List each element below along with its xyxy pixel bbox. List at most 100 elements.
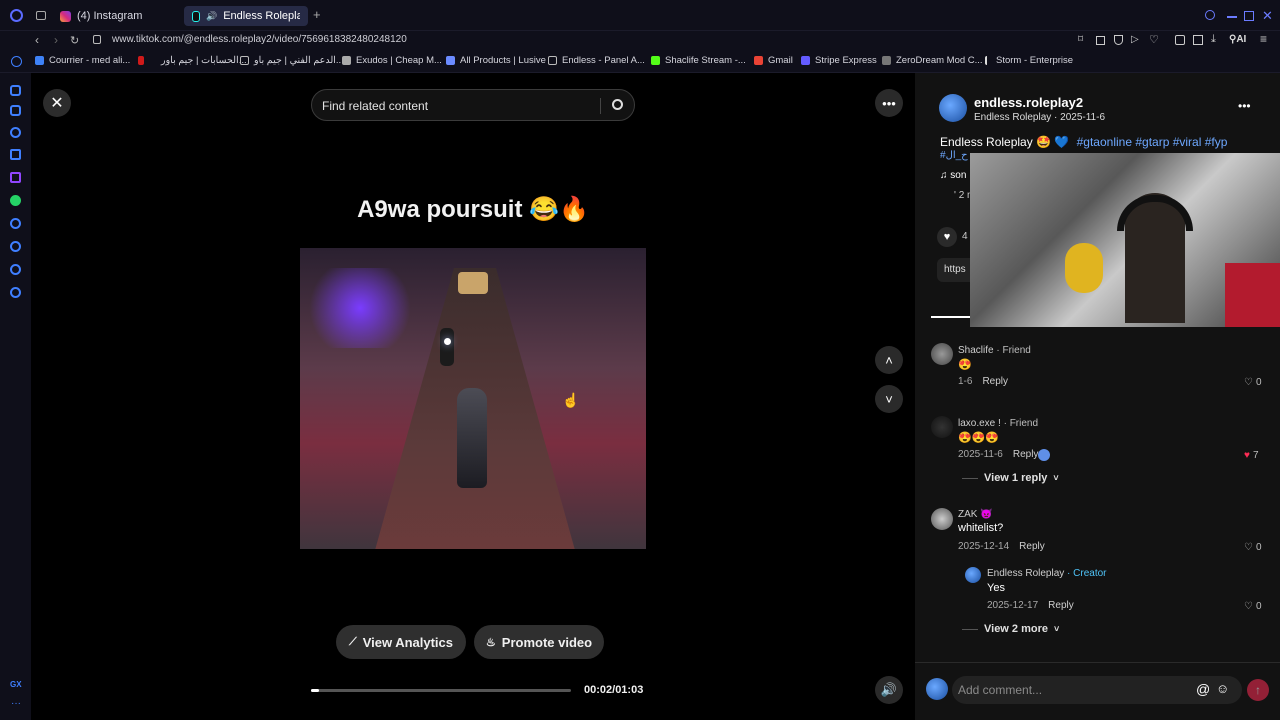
video-progress-bar[interactable] xyxy=(311,689,571,692)
reply-like[interactable]: ♡ 0 xyxy=(1244,601,1262,612)
bookmark-item[interactable]: Gmail xyxy=(754,55,793,66)
ai-button[interactable]: ⚲AI xyxy=(1229,34,1246,45)
tab-instagram[interactable]: (4) Instagram xyxy=(52,6,182,26)
back-icon[interactable]: ‹ xyxy=(35,33,39,47)
box-icon[interactable] xyxy=(1193,35,1203,45)
browser-logo-icon[interactable] xyxy=(10,9,23,22)
comment-author[interactable]: laxo.exe ! · Friend xyxy=(958,418,1038,429)
bookmark-icon[interactable]: ⌑ xyxy=(1078,34,1083,45)
whatsapp-icon[interactable] xyxy=(10,195,21,206)
comment-input-divider xyxy=(915,662,1280,663)
next-video-button[interactable]: ˅ xyxy=(875,385,903,413)
maximize-icon[interactable] xyxy=(1244,11,1254,21)
settings-icon[interactable] xyxy=(10,287,21,298)
history-icon[interactable] xyxy=(10,241,21,252)
workspaces-icon[interactable] xyxy=(36,11,46,20)
close-window-icon[interactable]: ✕ xyxy=(1262,8,1273,24)
comment-author[interactable]: ZAK 👿 xyxy=(958,509,993,520)
view-analytics-button[interactable]: ⟋ View Analytics xyxy=(336,625,466,659)
bookmark-item[interactable]: All Products | Lusive xyxy=(446,55,546,66)
comment-avatar[interactable] xyxy=(931,508,953,530)
motorbike-ahead xyxy=(440,328,454,366)
minimize-icon[interactable] xyxy=(1227,16,1237,18)
hashtag-link[interactable]: #ح_ال xyxy=(940,150,968,161)
reply-button[interactable]: Reply xyxy=(1013,449,1039,460)
url-field[interactable]: www.tiktok.com/@endless.roleplay2/video/… xyxy=(112,34,407,45)
reply-button[interactable]: Reply xyxy=(1048,600,1074,611)
previous-video-button[interactable]: ˄ xyxy=(875,346,903,374)
bookmark-item[interactable]: Exudos | Cheap M... xyxy=(342,55,442,66)
new-tab-button[interactable]: + xyxy=(313,7,321,22)
extensions-icon[interactable] xyxy=(1175,35,1185,45)
bookmark-item[interactable]: ZeroDream Mod C... xyxy=(882,55,983,66)
lock-icon xyxy=(93,35,101,44)
bookmark-item[interactable]: Shaclife Stream -... xyxy=(651,55,746,66)
twitch-icon[interactable] xyxy=(10,172,21,183)
view-more-replies-button[interactable]: View 2 more ˅ xyxy=(962,623,1059,635)
creator-reply-avatar[interactable] xyxy=(965,567,981,583)
video-player[interactable] xyxy=(300,248,646,549)
bookmark-item[interactable]: الدعم الفني | جيم باو... xyxy=(240,55,344,66)
close-video-button[interactable]: ✕ xyxy=(43,89,71,117)
menu-icon[interactable]: ≡ xyxy=(1260,32,1267,46)
more-options-button[interactable]: ••• xyxy=(875,89,903,117)
spotify-icon[interactable] xyxy=(10,218,21,229)
bookmark-item[interactable]: Stripe Express xyxy=(801,55,877,66)
tab-tiktok[interactable]: 🔊 Endless Roleplay (@en xyxy=(184,6,308,26)
search-icon[interactable] xyxy=(612,99,623,110)
bookmarks-toggle-icon[interactable] xyxy=(11,56,22,67)
emoji-icon[interactable]: ☺ xyxy=(1216,681,1229,696)
comment-like[interactable]: ♥ 7 xyxy=(1244,450,1259,461)
site-icon xyxy=(882,56,891,65)
heart-icon[interactable]: ♡ xyxy=(1149,33,1159,46)
reply-button[interactable]: Reply xyxy=(982,376,1008,387)
author-tag: · Friend xyxy=(996,345,1031,356)
reply-button[interactable]: Reply xyxy=(1019,541,1045,552)
reply-author[interactable]: Endless Roleplay · Creator xyxy=(987,568,1107,579)
post-more-icon[interactable]: ••• xyxy=(1238,99,1251,113)
gx-icon[interactable]: GX xyxy=(10,680,22,689)
bookmark-item[interactable]: Courrier - med ali... xyxy=(35,55,130,66)
shield-icon[interactable] xyxy=(1114,35,1123,45)
messenger-icon[interactable] xyxy=(10,127,21,138)
sound-row[interactable]: ♫ son xyxy=(940,170,966,181)
bookmark-item[interactable]: Endless - Panel A... xyxy=(548,55,645,66)
bookmark-label: Storm - Enterprise xyxy=(996,55,1074,66)
author-name: Shaclife xyxy=(958,345,994,356)
creator-avatar[interactable] xyxy=(939,94,967,122)
search-tabs-icon[interactable] xyxy=(1205,10,1215,20)
comment-author[interactable]: Shaclife · Friend xyxy=(958,345,1031,356)
tab-label: (4) Instagram xyxy=(77,10,143,22)
comment-avatar[interactable] xyxy=(931,416,953,438)
search-input[interactable]: Find related content xyxy=(311,89,635,121)
user-avatar[interactable] xyxy=(926,678,948,700)
player-icon[interactable]: ▷ xyxy=(1131,34,1139,45)
comment-meta: 1-6 Reply xyxy=(958,376,1008,387)
mention-icon[interactable]: @ xyxy=(1196,681,1210,697)
like-button[interactable]: ♥ xyxy=(937,227,957,247)
snapshot-icon[interactable] xyxy=(1096,36,1105,45)
reload-icon[interactable]: ↻ xyxy=(70,34,79,47)
more-sidebar-icon[interactable]: ··· xyxy=(11,698,21,709)
comment-avatar[interactable] xyxy=(931,343,953,365)
bookmark-label: الحسابات | جيم باور... xyxy=(161,55,247,66)
volume-button[interactable]: 🔊 xyxy=(875,676,903,704)
download-icon[interactable]: ⤓ xyxy=(1211,33,1216,46)
hashtag-links[interactable]: #gtaonline #gtarp #viral #fyp xyxy=(1077,135,1228,149)
comment-like[interactable]: ♡ 0 xyxy=(1244,377,1262,388)
promote-video-button[interactable]: ♨ Promote video xyxy=(474,625,604,659)
ai-sidebar-icon[interactable] xyxy=(10,85,21,96)
creator-username[interactable]: endless.roleplay2 xyxy=(974,95,1083,110)
mail-icon[interactable] xyxy=(10,149,21,160)
arc-icon[interactable] xyxy=(10,105,21,116)
comment-input[interactable]: Add comment... @ ☺ xyxy=(952,676,1242,704)
forward-icon[interactable]: › xyxy=(54,33,58,47)
video-caption: A9wa poursuit 😂🔥 xyxy=(357,196,589,223)
comment-like[interactable]: ♡ 0 xyxy=(1244,542,1262,553)
extensions-sidebar-icon[interactable] xyxy=(10,264,21,275)
bookmark-item[interactable]: Storm - Enterprise xyxy=(985,55,1073,66)
view-replies-button[interactable]: View 1 reply ˅ xyxy=(962,472,1059,484)
bookmark-item[interactable]: الحسابات | جيم باور... xyxy=(138,55,247,66)
comment-text: 😍 xyxy=(958,359,972,371)
post-comment-button[interactable]: ↑ xyxy=(1247,679,1269,701)
